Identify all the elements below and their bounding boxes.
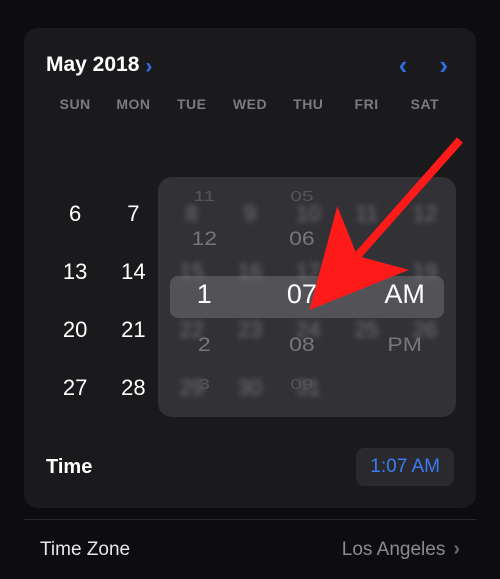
prev-month-button[interactable]: ‹ bbox=[399, 52, 408, 78]
time-row: Time 1:07 AM bbox=[46, 448, 454, 486]
timezone-value-wrap: Los Angeles › bbox=[342, 538, 460, 561]
minute-wheel[interactable]: 05 06 07 08 09 bbox=[250, 177, 353, 417]
wheel-item-selected: AM bbox=[353, 279, 456, 310]
weekday-label: FRI bbox=[337, 96, 395, 112]
wheel-item: 3 bbox=[158, 377, 250, 394]
calendar-day[interactable] bbox=[163, 142, 221, 170]
wheel-item: 06 bbox=[250, 227, 353, 250]
calendar-day[interactable] bbox=[46, 142, 104, 170]
wheel-item: 09 bbox=[250, 377, 353, 394]
weekday-label: MON bbox=[104, 96, 162, 112]
weekday-label: TUE bbox=[163, 96, 221, 112]
wheel-item: PM bbox=[353, 333, 456, 356]
timezone-label: Time Zone bbox=[40, 539, 130, 561]
calendar-day[interactable]: 6 bbox=[46, 200, 104, 228]
chevron-right-icon: › bbox=[145, 56, 152, 77]
calendar-day[interactable]: 27 bbox=[46, 374, 104, 402]
wheel-item: 05 bbox=[250, 189, 353, 206]
wheel-item-selected: 07 bbox=[250, 279, 353, 310]
wheel-item: 12 bbox=[158, 227, 250, 250]
next-month-button[interactable]: › bbox=[439, 52, 448, 78]
time-label: Time bbox=[46, 456, 92, 479]
weekday-label: THU bbox=[279, 96, 337, 112]
weekday-label: WED bbox=[221, 96, 279, 112]
chevron-right-icon: › bbox=[453, 538, 460, 561]
month-label: May 2018 bbox=[46, 53, 139, 77]
calendar-day[interactable]: 7 bbox=[104, 200, 162, 228]
month-header: May 2018 › ‹ › bbox=[46, 52, 454, 78]
calendar-day[interactable]: 13 bbox=[46, 258, 104, 286]
calendar-day[interactable]: 28 bbox=[104, 374, 162, 402]
ampm-wheel[interactable]: AM PM bbox=[353, 177, 456, 417]
weekday-label: SUN bbox=[46, 96, 104, 112]
hour-wheel[interactable]: 11 12 1 2 3 bbox=[158, 177, 250, 417]
weekday-label: SAT bbox=[396, 96, 454, 112]
calendar-day[interactable] bbox=[396, 142, 454, 170]
calendar-day[interactable]: 21 bbox=[104, 316, 162, 344]
calendar-day[interactable]: 20 bbox=[46, 316, 104, 344]
month-selector[interactable]: May 2018 › bbox=[46, 53, 152, 77]
wheel-item: 08 bbox=[250, 333, 353, 356]
timezone-row[interactable]: Time Zone Los Angeles › bbox=[24, 519, 476, 579]
calendar-day[interactable] bbox=[104, 142, 162, 170]
month-nav: ‹ › bbox=[399, 52, 448, 78]
calendar-day[interactable]: 14 bbox=[104, 258, 162, 286]
time-wheel-picker[interactable]: 11 12 1 2 3 05 06 07 08 09 AM PM bbox=[158, 177, 456, 417]
calendar-day[interactable] bbox=[221, 142, 279, 170]
wheel-item: 11 bbox=[158, 189, 250, 206]
weekday-header: SUN MON TUE WED THU FRI SAT bbox=[46, 96, 454, 112]
calendar-day[interactable] bbox=[337, 142, 395, 170]
wheel-item-selected: 1 bbox=[158, 279, 250, 310]
timezone-value: Los Angeles bbox=[342, 539, 446, 561]
time-value-button[interactable]: 1:07 AM bbox=[356, 448, 454, 486]
calendar-day[interactable] bbox=[279, 142, 337, 170]
wheel-item: 2 bbox=[158, 333, 250, 356]
